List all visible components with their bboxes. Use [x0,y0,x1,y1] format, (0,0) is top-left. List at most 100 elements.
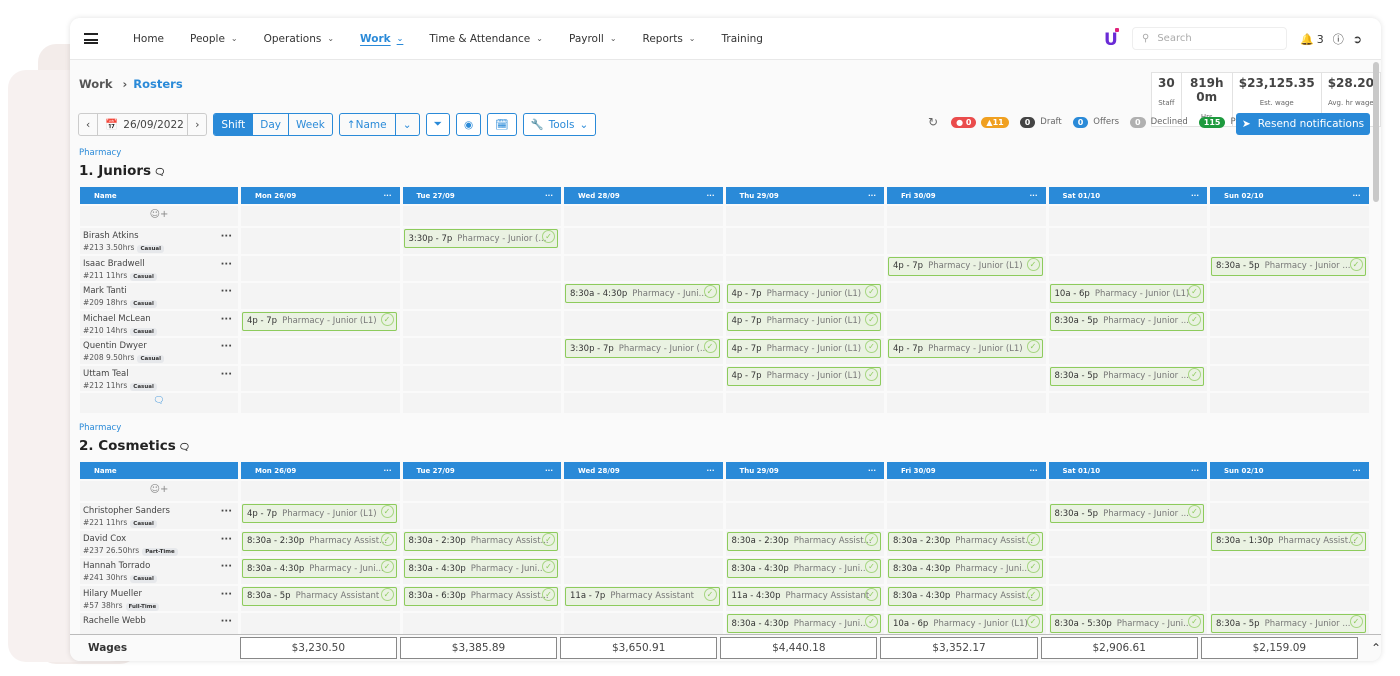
employee-name[interactable]: Hannah Torrado [83,561,238,571]
refresh-icon[interactable]: ↻ [928,115,938,129]
open-shift-cell[interactable] [1048,206,1207,226]
shift-cell[interactable]: 8:30a - 5p Pharmacy - Junior ... ✓ [1048,365,1207,391]
shift-block[interactable]: 8:30a - 6:30p Pharmacy Assist... ✓ [403,586,558,606]
more-options-icon[interactable]: ··· [221,259,232,270]
shift-cell[interactable]: 8:30a - 1:30p Pharmacy Assist... ✓ [1210,530,1369,556]
employee-name[interactable]: Mark Tanti [83,286,238,296]
shift-cell[interactable]: 4p - 7p Pharmacy - Junior (L1) ✓ [887,255,1046,281]
shift-cell[interactable]: 4p - 7p Pharmacy - Junior (L1) ✓ [725,310,884,336]
shift-cell[interactable] [1210,558,1369,584]
more-options-icon[interactable]: ··· [221,534,232,545]
nav-item-time-attendance[interactable]: Time & Attendance ⌄ [429,33,543,45]
shift-cell[interactable] [241,228,400,254]
shift-cell[interactable] [564,365,723,391]
shift-cell[interactable] [1048,585,1207,611]
shift-cell[interactable] [564,558,723,584]
help-icon[interactable]: ⓘ [1333,31,1344,47]
open-shift-cell[interactable] [1048,481,1207,501]
shift-cell[interactable] [402,338,561,364]
shift-cell[interactable] [887,228,1046,254]
shift-cell[interactable] [402,365,561,391]
more-options-icon[interactable]: ··· [1030,467,1038,475]
nav-item-payroll[interactable]: Payroll ⌄ [569,33,617,45]
shift-cell[interactable] [1048,558,1207,584]
open-shift-cell[interactable] [1210,481,1369,501]
shift-block[interactable]: 4p - 7p Pharmacy - Junior (L1) ✓ [726,366,881,386]
employee-name[interactable]: Uttam Teal [83,369,238,379]
more-options-icon[interactable]: ··· [1191,192,1199,200]
shift-block[interactable]: 8:30a - 2:30p Pharmacy Assist... ✓ [888,531,1043,551]
shift-cell[interactable]: 3:30p - 7p Pharmacy - Junior (... ✓ [564,338,723,364]
shift-cell[interactable]: 4p - 7p Pharmacy - Junior (L1) ✓ [241,310,400,336]
shift-block[interactable]: 8:30a - 4:30p Pharmacy - Juni... ✓ [403,559,558,578]
shift-cell[interactable]: 8:30a - 4:30p Pharmacy - Juni... ✓ [564,283,723,309]
logout-icon[interactable]: ➲ [1353,33,1362,46]
shift-cell[interactable] [241,365,400,391]
more-options-icon[interactable]: ··· [1030,192,1038,200]
shift-cell[interactable]: 8:30a - 5p Pharmacy - Junior ... ✓ [1048,310,1207,336]
view-shift-button[interactable]: Shift [214,114,254,135]
shift-cell[interactable]: 8:30a - 4:30p Pharmacy Assist... ✓ [887,585,1046,611]
sort-dropdown-button[interactable]: ⌄ [396,114,419,135]
shift-block[interactable]: 8:30a - 2:30p Pharmacy Assist... ✓ [242,531,397,551]
shift-block[interactable]: 4p - 7p Pharmacy - Junior (L1) ✓ [242,311,397,331]
more-options-icon[interactable]: ··· [1353,467,1361,475]
shift-cell[interactable]: 8:30a - 4:30p Pharmacy - Juni... ✓ [241,558,400,584]
open-shift-cell[interactable] [725,481,884,501]
shift-cell[interactable]: 11a - 4:30p Pharmacy Assistant ✓ [725,585,884,611]
more-options-icon[interactable]: ··· [221,231,232,242]
shift-cell[interactable]: 8:30a - 5p Pharmacy Assistant ✓ [241,585,400,611]
more-options-icon[interactable]: ··· [707,467,715,475]
section-location-link[interactable]: Pharmacy [79,148,1381,158]
shift-cell[interactable] [564,530,723,556]
shift-cell[interactable] [1210,310,1369,336]
sort-button[interactable]: ↑ Name [340,114,396,135]
more-options-icon[interactable]: ··· [384,192,392,200]
shift-block[interactable]: 4p - 7p Pharmacy - Junior (L1) ✓ [726,311,881,331]
more-options-icon[interactable]: ··· [221,506,232,517]
shift-cell[interactable]: 8:30a - 2:30p Pharmacy Assist... ✓ [402,530,561,556]
shift-cell[interactable]: 8:30a - 2:30p Pharmacy Assist... ✓ [887,530,1046,556]
menu-icon[interactable] [84,33,98,44]
shift-cell[interactable]: 4p - 7p Pharmacy - Junior (L1) ✓ [241,503,400,529]
next-week-button[interactable]: › [188,114,206,135]
shift-cell[interactable] [564,503,723,529]
more-options-icon[interactable]: ··· [707,192,715,200]
logo[interactable]: U [1104,28,1119,50]
shift-block[interactable]: 8:30a - 4:30p Pharmacy Assist... ✓ [888,586,1043,606]
shift-cell[interactable]: 8:30a - 4:30p Pharmacy - Juni... ✓ [402,558,561,584]
shift-cell[interactable]: 8:30a - 2:30p Pharmacy Assist... ✓ [725,530,884,556]
shift-cell[interactable]: 11a - 7p Pharmacy Assistant ✓ [564,585,723,611]
shift-cell[interactable] [1210,365,1369,391]
employee-name[interactable]: Rachelle Webb [83,616,238,626]
shift-cell[interactable]: 8:30a - 2:30p Pharmacy Assist... ✓ [241,530,400,556]
shift-block[interactable]: 8:30a - 2:30p Pharmacy Assist... ✓ [726,531,881,551]
shift-cell[interactable] [564,228,723,254]
shift-cell[interactable]: 8:30a - 4:30p Pharmacy - Juni... ✓ [725,558,884,584]
shift-cell[interactable]: 8:30a - 5p Pharmacy - Junior ... ✓ [1210,255,1369,281]
add-staff-icon[interactable]: ☺+ [80,481,238,495]
open-shift-cell[interactable] [241,206,400,226]
shift-cell[interactable] [725,255,884,281]
employee-name[interactable]: Birash Atkins [83,231,238,241]
shift-cell[interactable]: 3:30p - 7p Pharmacy - Junior (... ✓ [402,228,561,254]
shift-block[interactable]: 8:30a - 4:30p Pharmacy - Juni... ✓ [726,559,881,578]
employee-name[interactable]: Quentin Dwyer [83,341,238,351]
shift-block[interactable]: 8:30a - 1:30p Pharmacy Assist... ✓ [1211,531,1366,551]
nav-item-operations[interactable]: Operations ⌄ [264,33,334,45]
shift-cell[interactable] [241,255,400,281]
shift-cell[interactable] [241,283,400,309]
shift-block[interactable]: 11a - 4:30p Pharmacy Assistant ✓ [726,586,881,606]
shift-cell[interactable] [402,255,561,281]
breadcrumb-parent[interactable]: Work [79,77,113,91]
employee-name[interactable]: Michael McLean [83,314,238,324]
open-shift-cell[interactable] [402,206,561,226]
shift-block[interactable]: 8:30a - 5p Pharmacy - Junior ... ✓ [1211,256,1366,276]
comment-icon[interactable]: 🗨 [80,393,238,406]
shift-cell[interactable] [241,338,400,364]
open-shift-cell[interactable] [887,481,1046,501]
more-options-icon[interactable]: ··· [221,341,232,352]
resend-notifications-button[interactable]: ➤ Resend notifications [1236,113,1370,135]
draft-count-badge[interactable]: 0 [1019,116,1036,128]
more-options-icon[interactable]: ··· [221,561,232,572]
